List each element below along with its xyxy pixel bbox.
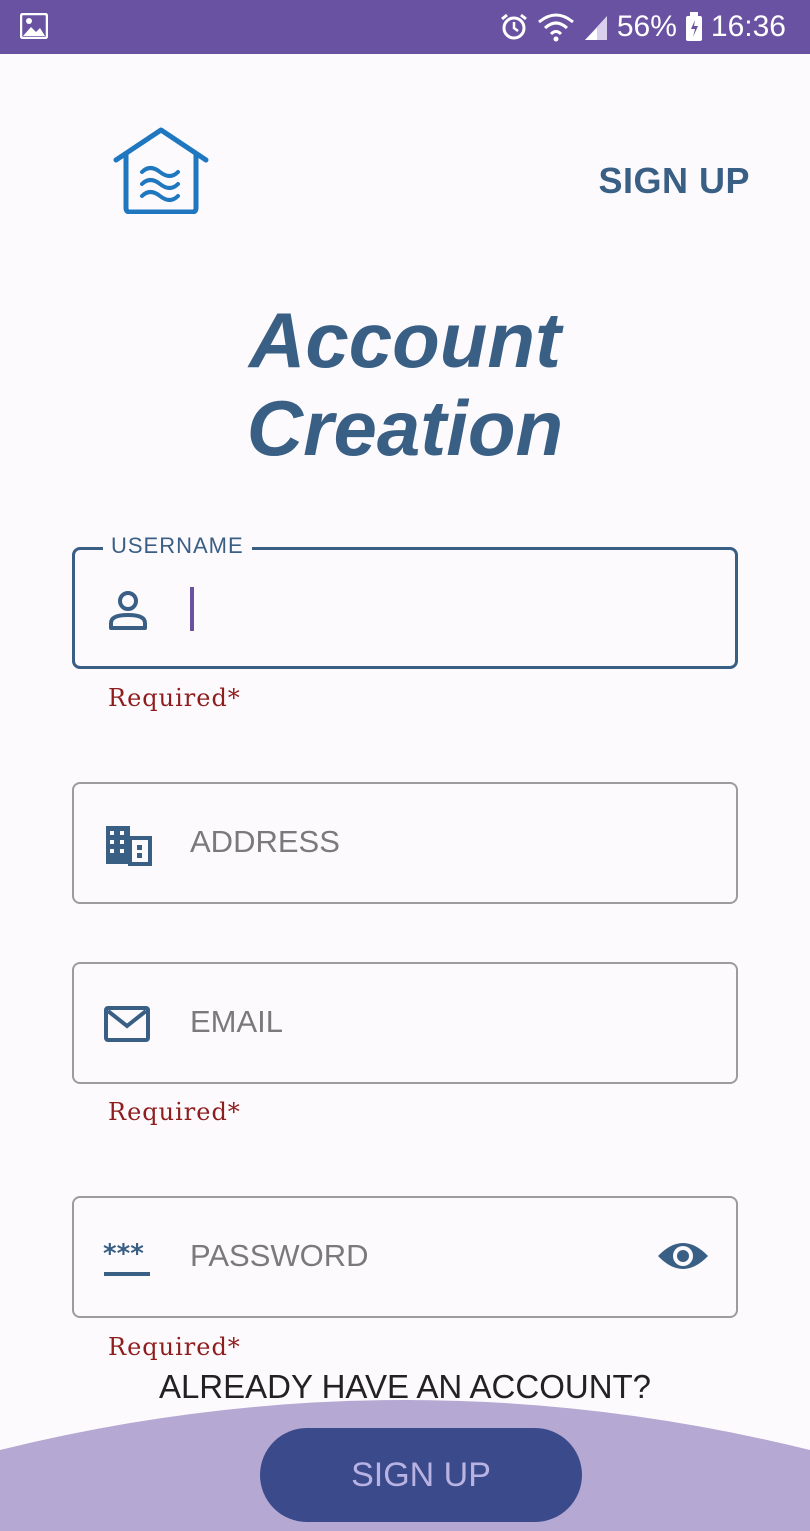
battery-icon (685, 12, 702, 41)
page-title: Account Creation (0, 296, 810, 472)
wifi-icon (537, 13, 574, 42)
signup-link[interactable]: SIGN UP (598, 160, 750, 202)
username-field[interactable]: USERNAME (72, 533, 738, 669)
password-field[interactable]: *** PASSWORD (72, 1196, 738, 1318)
person-icon (109, 591, 147, 630)
already-have-account-link[interactable]: ALREADY HAVE AN ACCOUNT? (0, 1368, 810, 1406)
email-placeholder: EMAIL (190, 1004, 284, 1039)
building-icon (106, 826, 152, 866)
address-field[interactable]: ADDRESS (72, 782, 738, 904)
gallery-icon (20, 13, 48, 39)
signal-icon (584, 16, 607, 40)
password-icon: *** (103, 1239, 150, 1276)
clock: 16:36 (710, 10, 786, 43)
username-required-text: Required* (108, 684, 241, 712)
username-label: USERNAME (103, 533, 252, 559)
password-required-text: Required* (108, 1333, 241, 1361)
text-cursor (190, 587, 194, 631)
password-placeholder: PASSWORD (190, 1238, 369, 1273)
show-password-eye-icon[interactable] (656, 1236, 710, 1276)
battery-percent: 56% (616, 10, 677, 43)
email-field[interactable]: EMAIL (72, 962, 738, 1084)
address-placeholder: ADDRESS (190, 824, 340, 859)
house-logo-icon (113, 127, 209, 214)
alarm-icon (500, 13, 527, 40)
mail-icon (104, 1006, 150, 1042)
email-required-text: Required* (108, 1098, 241, 1126)
page-title-line2: Creation (246, 384, 564, 472)
status-bar: 56% 16:36 (0, 0, 810, 54)
page-title-line1: Account (249, 296, 561, 384)
svg-text:***: *** (103, 1239, 144, 1269)
signup-button[interactable]: SIGN UP (260, 1428, 582, 1522)
